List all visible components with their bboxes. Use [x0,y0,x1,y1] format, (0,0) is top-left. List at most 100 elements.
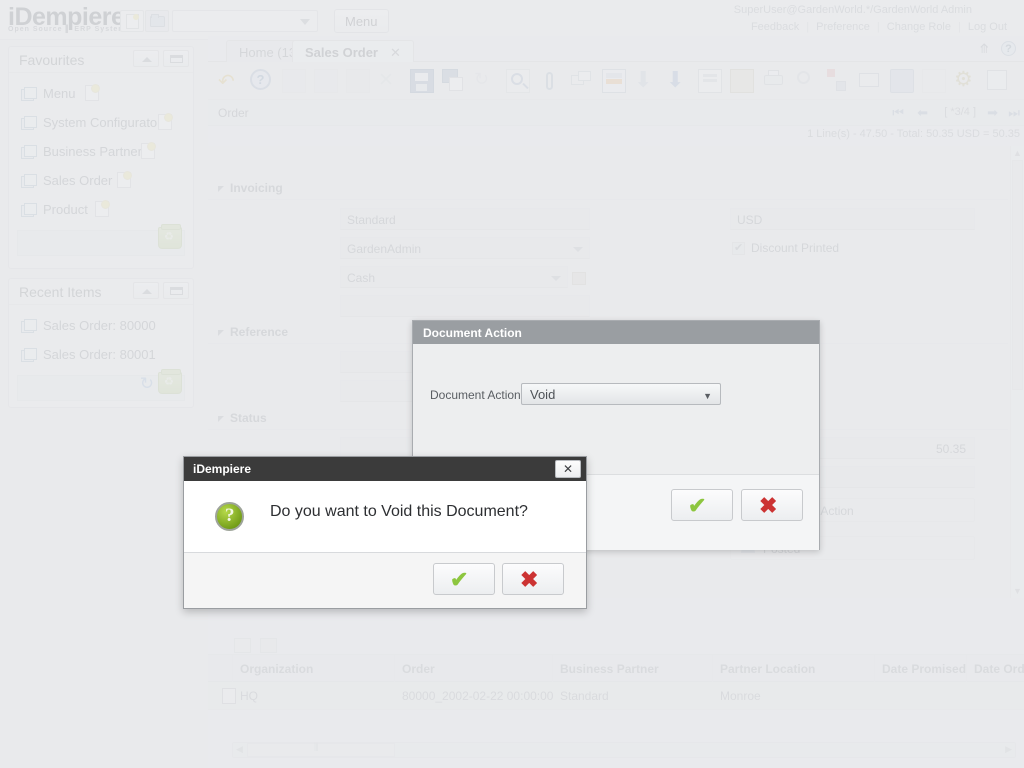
delete-record-icon[interactable] [346,69,370,93]
document-icon[interactable] [158,114,172,130]
checkbox-discount-printed[interactable] [732,242,745,255]
tab-close-icon[interactable]: ✕ [390,45,401,60]
group-invoicing[interactable]: Invoicing [208,178,1008,200]
favourite-item-sales-order[interactable]: Sales Order [9,168,193,197]
scroll-thumb[interactable] [1012,160,1023,390]
print-icon[interactable] [762,69,786,93]
chevron-down-icon[interactable] [573,247,583,252]
scroll-up-icon[interactable]: ▲ [1013,148,1023,158]
table-grid-icon[interactable] [234,638,251,653]
parent-record-icon[interactable]: ⬇ [634,69,658,93]
scroll-thumb[interactable] [247,743,395,757]
change-role-link[interactable]: Change Role [880,21,958,33]
recent-items-collapse-button[interactable] [133,282,159,299]
zoom-across-icon[interactable] [794,69,818,93]
table-form-icon[interactable] [260,638,277,653]
trash-icon[interactable] [158,227,182,249]
gear-icon[interactable]: ⚙ [954,69,978,93]
scroll-down-icon[interactable]: ▼ [1013,586,1023,596]
totals-text: 1 Line(s) - 47.50 - Total: 50.35 USD = 5… [807,128,1020,140]
confirm-ok-button[interactable]: ✔ [433,563,495,595]
field-promotion-code[interactable] [340,295,590,317]
payment-rule-editor-icon[interactable] [572,272,586,285]
field-sales-representative[interactable]: GardenAdmin [340,237,590,259]
export-icon[interactable] [922,69,946,93]
refresh-icon[interactable]: ↻ [140,374,154,394]
document-action-cancel-button[interactable]: ✖ [741,489,803,521]
help-toolbar-icon[interactable]: ? [250,69,274,93]
document-action-ok-button[interactable]: ✔ [671,489,733,521]
field-price-list[interactable]: Standard [340,208,590,230]
next-record-button[interactable]: ➡ [987,105,998,121]
column-header-partner-location[interactable]: Partner Location [720,662,815,676]
grid-toggle-icon[interactable] [602,69,626,93]
table-horizontal-scrollbar[interactable]: ◀ ▶ [232,742,1016,758]
refresh-icon[interactable]: ↻ [474,69,498,93]
attachment-icon[interactable] [538,69,562,93]
recent-item-80000[interactable]: Sales Order: 80000 [9,313,193,342]
favourites-collapse-button[interactable] [133,50,159,67]
detail-record-icon[interactable]: ⬇ [666,69,690,93]
help-icon[interactable]: ? [1001,41,1016,56]
chevron-down-icon[interactable] [551,276,561,281]
trash-icon[interactable] [158,372,182,394]
global-search-input[interactable] [172,10,318,32]
request-icon[interactable] [858,69,882,93]
undo-icon[interactable]: ↶ [218,69,242,93]
column-header-date-ordered[interactable]: Date Ord [974,662,1024,676]
column-header-business-partner[interactable]: Business Partner [560,662,659,676]
row-edit-icon[interactable] [222,688,236,704]
scroll-left-icon[interactable]: ◀ [236,744,243,755]
chat-icon[interactable] [570,69,594,93]
feedback-link[interactable]: Feedback [744,21,806,33]
copy-record-icon[interactable] [314,69,338,93]
product-info-icon[interactable] [890,69,914,93]
field-payment-rule[interactable]: Cash [340,266,568,288]
scroll-right-icon[interactable]: ▶ [1005,744,1012,755]
collapse-all-icon[interactable]: ⤊ [979,41,990,57]
order-lines-table-panel: Organization Order Business Partner Part… [208,604,1024,768]
document-icon[interactable] [85,85,99,101]
first-record-button[interactable]: ⏮ [892,105,904,121]
favourite-item-menu[interactable]: Menu [9,81,193,110]
archive-document-icon[interactable] [986,69,1010,93]
previous-record-button[interactable]: ⬅ [917,105,928,121]
menu-button[interactable]: Menu [334,9,389,33]
user-identity: SuperUser@GardenWorld.*/GardenWorld Admi… [734,4,972,16]
active-workflow-icon[interactable] [826,69,850,93]
save-create-new-icon[interactable] [442,69,466,93]
recent-items-maximize-button[interactable] [163,282,189,299]
chevron-down-icon[interactable]: ▼ [703,391,712,401]
favourite-item-product[interactable]: Product [9,197,193,226]
new-record-button[interactable] [120,10,144,32]
find-icon[interactable] [506,69,530,93]
save-icon[interactable] [410,69,434,93]
logout-link[interactable]: Log Out [961,21,1014,33]
column-header-organization[interactable]: Organization [240,662,313,676]
recent-item-80001[interactable]: Sales Order: 80001 [9,342,193,371]
favourites-maximize-button[interactable] [163,50,189,67]
delete-selection-icon[interactable]: ✕ [378,69,402,93]
cell-partner-location: Monroe [720,689,761,703]
preference-link[interactable]: Preference [809,21,877,33]
document-icon[interactable] [117,172,131,188]
field-currency[interactable]: USD [730,208,975,230]
close-icon[interactable]: ✕ [555,460,581,478]
document-icon[interactable] [95,201,109,217]
document-action-select[interactable]: Void ▼ [521,383,721,405]
window-list-icon [21,174,36,187]
archive-icon[interactable] [730,69,754,93]
favourite-item-business-partner[interactable]: Business Partner [9,139,193,168]
table-row[interactable]: HQ 80000_2002-02-22 00:00:00 Standard Mo… [208,682,1024,710]
open-folder-button[interactable] [145,10,169,32]
confirm-cancel-button[interactable]: ✖ [502,563,564,595]
favourite-item-system-configurator[interactable]: System Configurator [9,110,193,139]
form-vertical-scrollbar[interactable]: ▲ ▼ [1010,146,1024,598]
column-header-date-promised[interactable]: Date Promised [882,662,966,676]
last-record-button[interactable]: ⏭ [1008,105,1020,121]
report-icon[interactable] [698,69,722,93]
document-icon[interactable] [141,143,155,159]
new-record-icon[interactable] [282,69,306,93]
tab-sales-order[interactable]: Sales Order✕ [292,40,414,62]
column-header-order[interactable]: Order [402,662,435,676]
